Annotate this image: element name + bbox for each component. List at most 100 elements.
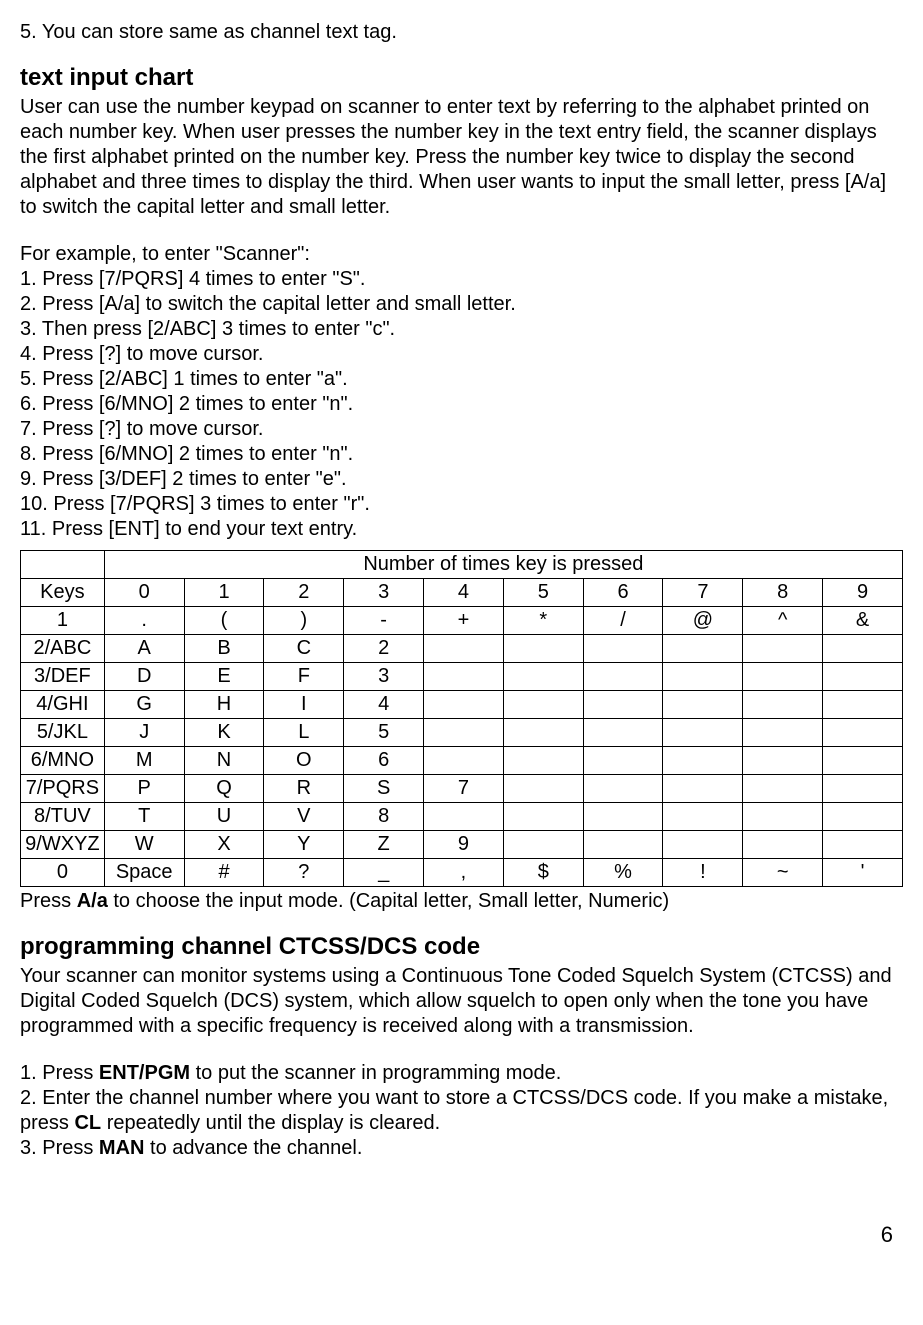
- table-cell: ~: [743, 859, 823, 887]
- table-header-cell: 5: [503, 579, 583, 607]
- table-cell: [583, 719, 663, 747]
- table-cell: V: [264, 803, 344, 831]
- table-cell: 2: [344, 635, 424, 663]
- table-header-cell: 7: [663, 579, 743, 607]
- bold-key: A/a: [77, 890, 108, 912]
- table-row: 8/TUV T U V 8: [21, 803, 903, 831]
- table-cell: [743, 719, 823, 747]
- text-fragment: to put the scanner in programming mode.: [190, 1062, 561, 1084]
- table-cell: [743, 635, 823, 663]
- table-cell: X: [184, 831, 264, 859]
- table-cell: [663, 691, 743, 719]
- table-cell: Space: [104, 859, 184, 887]
- table-cell: [424, 803, 504, 831]
- table-cell: [743, 803, 823, 831]
- table-row: 7/PQRS P Q R S 7: [21, 775, 903, 803]
- table-header-cell: 6: [583, 579, 663, 607]
- table-cell: 6: [344, 747, 424, 775]
- table-cell: [503, 747, 583, 775]
- table-row: 3/DEF D E F 3: [21, 663, 903, 691]
- table-cell: #: [184, 859, 264, 887]
- table-cell: [583, 747, 663, 775]
- heading-text-input-chart: text input chart: [20, 63, 903, 93]
- table-cell: [424, 747, 504, 775]
- bold-key: MAN: [99, 1137, 145, 1159]
- table-cell: C: [264, 635, 344, 663]
- after-table-note: Press A/a to choose the input mode. (Cap…: [20, 889, 903, 914]
- table-cell: [503, 691, 583, 719]
- example-step: 3. Then press [2/ABC] 3 times to enter "…: [20, 317, 903, 342]
- bold-key: ENT/PGM: [99, 1062, 190, 1084]
- table-cell: [663, 775, 743, 803]
- table-cell: 9: [424, 831, 504, 859]
- table-cell: [823, 719, 903, 747]
- table-cell: E: [184, 663, 264, 691]
- table-cell: @: [663, 607, 743, 635]
- ctcss-step: 3. Press MAN to advance the channel.: [20, 1136, 903, 1161]
- table-cell: N: [184, 747, 264, 775]
- table-cell: [424, 719, 504, 747]
- table-cell: [503, 719, 583, 747]
- example-step: 10. Press [7/PQRS] 3 times to enter "r".: [20, 492, 903, 517]
- example-step: 6. Press [6/MNO] 2 times to enter "n".: [20, 392, 903, 417]
- table-cell: 4: [344, 691, 424, 719]
- table-cell: ): [264, 607, 344, 635]
- example-step: 9. Press [3/DEF] 2 times to enter "e".: [20, 467, 903, 492]
- table-title-row: Number of times key is pressed: [21, 551, 903, 579]
- table-cell: I: [264, 691, 344, 719]
- table-cell: [823, 747, 903, 775]
- table-cell: [823, 775, 903, 803]
- table-cell: A: [104, 635, 184, 663]
- table-cell: [503, 663, 583, 691]
- table-cell: [823, 635, 903, 663]
- table-cell: G: [104, 691, 184, 719]
- table-cell: [424, 691, 504, 719]
- table-cell: *: [503, 607, 583, 635]
- table-cell: [583, 775, 663, 803]
- intro-line: 5. You can store same as channel text ta…: [20, 20, 903, 45]
- table-title-cell: Number of times key is pressed: [104, 551, 902, 579]
- table-row: 6/MNO M N O 6: [21, 747, 903, 775]
- table-header-cell: 1: [184, 579, 264, 607]
- table-key-cell: 4/GHI: [21, 691, 105, 719]
- table-cell: &: [823, 607, 903, 635]
- table-cell: W: [104, 831, 184, 859]
- text-fragment: 1. Press: [20, 1062, 99, 1084]
- table-row: 1 . ( ) - + * / @ ^ &: [21, 607, 903, 635]
- table-header-cell: 3: [344, 579, 424, 607]
- table-header-cell: 2: [264, 579, 344, 607]
- table-row: 2/ABC A B C 2: [21, 635, 903, 663]
- table-cell: ?: [264, 859, 344, 887]
- table-cell: [663, 635, 743, 663]
- table-cell: !: [663, 859, 743, 887]
- table-cell: -: [344, 607, 424, 635]
- table-row: 4/GHI G H I 4: [21, 691, 903, 719]
- table-cell: [583, 831, 663, 859]
- table-cell: .: [104, 607, 184, 635]
- example-step: 11. Press [ENT] to end your text entry.: [20, 517, 903, 542]
- text-fragment: 3. Press: [20, 1137, 99, 1159]
- table-cell: D: [104, 663, 184, 691]
- table-cell: [583, 635, 663, 663]
- table-cell: [823, 803, 903, 831]
- example-step: 5. Press [2/ABC] 1 times to enter "a".: [20, 367, 903, 392]
- heading-ctcss-dcs: programming channel CTCSS/DCS code: [20, 932, 903, 962]
- table-cell: (: [184, 607, 264, 635]
- table-row: 5/JKL J K L 5: [21, 719, 903, 747]
- table-cell: [583, 663, 663, 691]
- chart-intro-paragraph: User can use the number keypad on scanne…: [20, 95, 903, 220]
- table-header-cell: 8: [743, 579, 823, 607]
- example-step: 7. Press [?] to move cursor.: [20, 417, 903, 442]
- text-fragment: Press: [20, 890, 77, 912]
- table-cell: Y: [264, 831, 344, 859]
- table-cell: ^: [743, 607, 823, 635]
- table-cell: [743, 691, 823, 719]
- table-header-cell: Keys: [21, 579, 105, 607]
- table-key-cell: 8/TUV: [21, 803, 105, 831]
- table-cell: _: [344, 859, 424, 887]
- table-cell: [424, 663, 504, 691]
- table-cell: ': [823, 859, 903, 887]
- table-cell: [503, 635, 583, 663]
- table-key-cell: 6/MNO: [21, 747, 105, 775]
- table-cell: %: [583, 859, 663, 887]
